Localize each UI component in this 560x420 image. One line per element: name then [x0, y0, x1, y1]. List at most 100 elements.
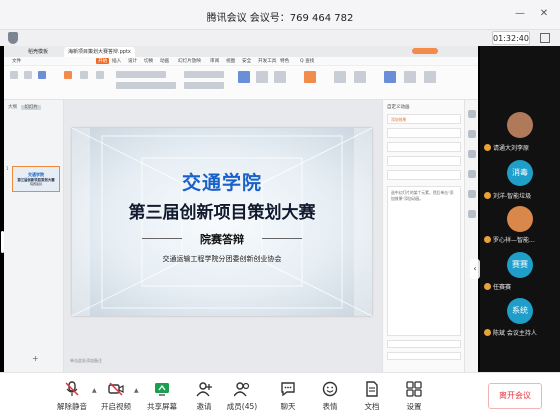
participant-name: 请通大刘李原 — [493, 145, 530, 152]
arrange-icon[interactable] — [274, 71, 286, 83]
notes-placeholder[interactable]: 单击此处添加备注 — [70, 358, 102, 364]
share-screen-button[interactable]: 共享屏幕 — [140, 381, 184, 419]
start-dropdown[interactable] — [387, 142, 461, 152]
documents-button[interactable]: 文档 — [350, 381, 394, 419]
slide-organizer: 交通运输工程学院分团委创新创业协会 — [162, 255, 282, 263]
shared-screen: 稻壳模板 海新项目策划大赛答辩.pptx 文件 开始 插入 设计 切换 动画 幻… — [0, 46, 480, 372]
layout-icon[interactable] — [80, 71, 88, 79]
direction-dropdown[interactable] — [387, 156, 461, 166]
reset-icon[interactable] — [96, 71, 104, 79]
wps-tab-bar: 稻壳模板 海新项目策划大赛答辩.pptx — [4, 46, 478, 57]
video-button[interactable]: 开启视频 — [94, 381, 138, 419]
add-person-icon — [196, 381, 212, 397]
mute-button[interactable]: 解除静音 — [50, 381, 94, 419]
backup-pane-icon[interactable] — [468, 210, 476, 218]
menu-developer[interactable]: 开发工具 — [258, 58, 276, 64]
format-painter-icon[interactable] — [38, 71, 46, 79]
members-button[interactable]: 成员(45) — [220, 381, 264, 419]
camera-off-icon — [108, 381, 124, 397]
avatar: 消毒 — [507, 160, 533, 186]
security-shield-icon[interactable] — [8, 32, 18, 44]
modify-dropdown[interactable] — [387, 128, 461, 138]
shapes-icon[interactable] — [256, 71, 268, 83]
current-slide[interactable]: 交通学院 第三届创新项目策划大赛 院赛答辩 交通运输工程学院分团委创新创业协会 — [72, 128, 372, 316]
textbox-icon[interactable] — [238, 71, 250, 83]
add-effect-button[interactable]: 添加效果 — [387, 114, 461, 124]
mic-status-icon — [484, 192, 491, 199]
mute-label: 解除静音 — [57, 402, 87, 411]
share-screen-icon — [154, 381, 170, 397]
video-options-caret-icon[interactable]: ▲ — [134, 387, 139, 394]
participant-panel: 请通大刘李原 消毒 刘洋-智能垃圾 罗心祥—智能... 赛赛 任赛赛 系统 陈斌… — [480, 46, 560, 372]
menu-special[interactable]: 特色 — [280, 58, 289, 64]
find-icon[interactable] — [334, 71, 346, 83]
font-select[interactable] — [116, 71, 166, 78]
tab-outline[interactable]: 大纲 — [8, 105, 17, 110]
menu-transition[interactable]: 切换 — [144, 58, 153, 64]
participant-name: 任赛赛 — [493, 284, 512, 291]
animation-pane-icon[interactable] — [468, 130, 476, 138]
reactions-label: 表情 — [322, 402, 338, 411]
mic-status-icon — [484, 283, 491, 290]
menu-design[interactable]: 设计 — [128, 58, 137, 64]
select-pane-icon[interactable] — [468, 110, 476, 118]
settings-button[interactable]: 设置 — [392, 381, 436, 419]
font-style-row[interactable] — [116, 82, 176, 89]
menu-slideshow[interactable]: 幻灯片放映 — [178, 58, 201, 64]
menu-home[interactable]: 开始 — [96, 58, 110, 64]
tab-slides[interactable]: 幻灯片 — [21, 105, 41, 110]
transition-pane-icon[interactable] — [468, 150, 476, 158]
align-row[interactable] — [184, 82, 224, 89]
menu-review[interactable]: 审阅 — [210, 58, 219, 64]
settings-label: 设置 — [406, 402, 422, 411]
design-pane-icon[interactable] — [468, 170, 476, 178]
menu-animation[interactable]: 动画 — [160, 58, 169, 64]
wps-menu-bar: 文件 开始 插入 设计 切换 动画 幻灯片放映 审阅 视图 安全 开发工具 特色… — [4, 57, 478, 66]
smart-art-icon[interactable] — [404, 71, 416, 83]
fullscreen-icon[interactable] — [540, 33, 550, 43]
select-icon[interactable] — [354, 71, 366, 83]
paste-icon[interactable] — [10, 71, 18, 79]
mic-status-icon — [484, 144, 491, 151]
slide-number: 1 — [6, 166, 9, 171]
title-bar: 腾讯会议 会议号：769 464 782 — ✕ — [0, 0, 560, 30]
tab-document[interactable]: 海新项目策划大赛答辩.pptx — [64, 47, 135, 57]
cut-icon[interactable] — [24, 71, 32, 79]
meeting-info-strip — [0, 30, 560, 46]
divider-right — [262, 238, 302, 239]
members-icon — [233, 381, 250, 397]
collapse-arrow-icon[interactable]: ‹ — [470, 259, 480, 279]
login-button[interactable] — [412, 48, 438, 54]
close-icon[interactable]: ✕ — [538, 8, 550, 20]
menu-insert[interactable]: 插入 — [112, 58, 121, 64]
replace-icon[interactable] — [424, 71, 436, 83]
menu-file[interactable]: 文件 — [12, 58, 21, 64]
wps-ribbon — [4, 66, 478, 100]
avatar: 赛赛 — [507, 252, 533, 278]
design-icon[interactable] — [384, 71, 396, 83]
leave-meeting-button[interactable]: 离开会议 — [488, 383, 542, 409]
mic-status-icon — [484, 329, 491, 336]
speed-dropdown[interactable] — [387, 170, 461, 180]
paragraph-row[interactable] — [184, 71, 224, 78]
reactions-button[interactable]: 表情 — [308, 381, 352, 419]
slide-canvas: 交通学院 第三届创新项目策划大赛 院赛答辩 交通运输工程学院分团委创新创业协会 … — [64, 100, 382, 372]
minimize-icon[interactable]: — — [514, 8, 526, 20]
play-button[interactable] — [387, 340, 461, 348]
meeting-timer: 01:32:40 — [492, 31, 530, 45]
menu-search[interactable]: Q 查找 — [300, 58, 314, 64]
new-slide-icon[interactable] — [64, 71, 72, 79]
tab-template[interactable]: 稻壳模板 — [24, 47, 52, 57]
add-slide-icon[interactable]: + — [32, 354, 39, 363]
slideshow-button[interactable] — [387, 352, 461, 360]
smiley-icon — [322, 381, 338, 397]
effects-list[interactable]: 选中幻灯片的某个元素，然后单击"添加效果"添加动画。 — [387, 186, 461, 336]
animation-hint: 选中幻灯片的某个元素，然后单击"添加效果"添加动画。 — [391, 190, 454, 201]
menu-security[interactable]: 安全 — [242, 58, 251, 64]
property-pane-icon[interactable] — [468, 190, 476, 198]
fill-icon[interactable] — [304, 71, 316, 83]
slide-thumbnail[interactable]: 交通学院 第三届创新项目策划大赛 院赛答辩 — [12, 166, 60, 192]
menu-view[interactable]: 视图 — [226, 58, 235, 64]
chat-button[interactable]: 聊天 — [266, 381, 310, 419]
members-label: 成员(45) — [226, 402, 258, 411]
